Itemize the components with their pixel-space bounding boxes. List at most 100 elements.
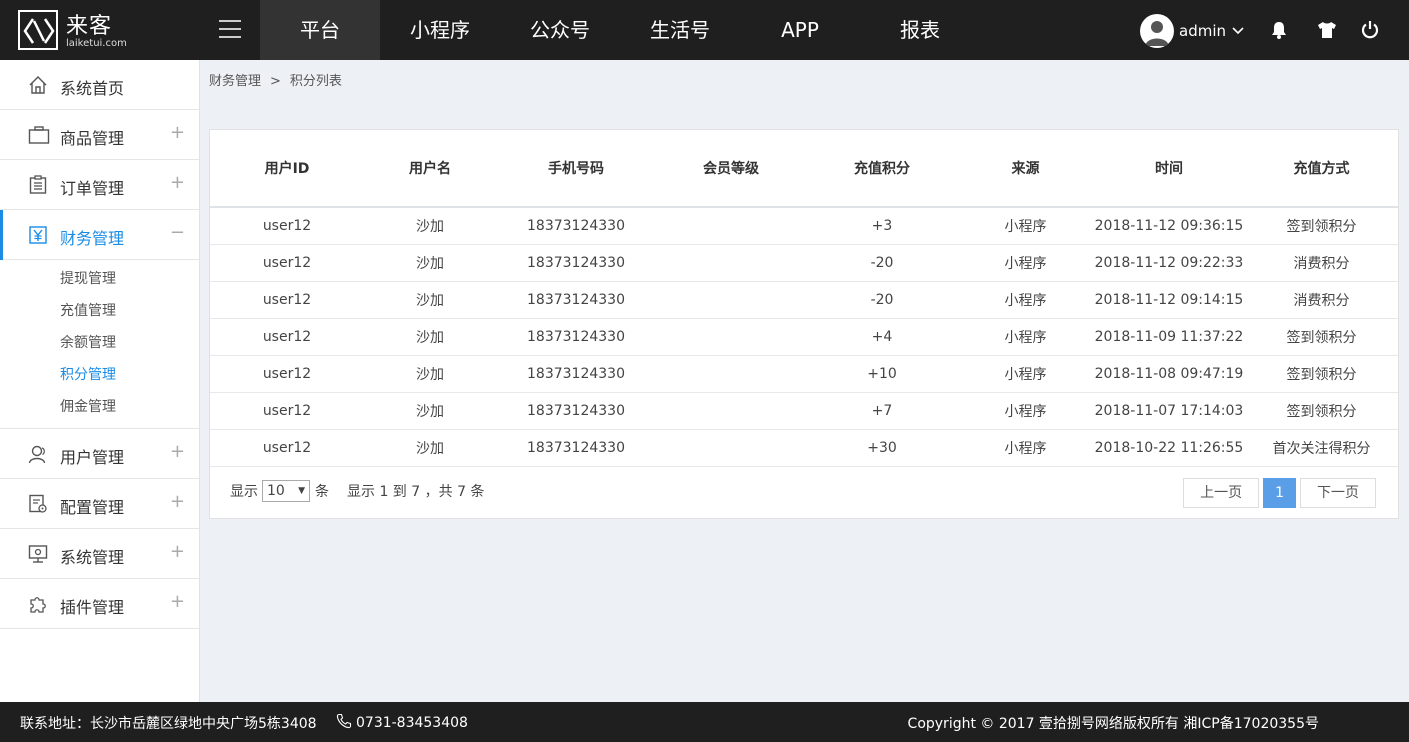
- bell-icon[interactable]: [1269, 20, 1289, 40]
- nav-official-account[interactable]: 公众号: [500, 0, 620, 60]
- cell-method: 签到领积分: [1245, 355, 1398, 393]
- sidebar-item-label: 商品管理: [60, 129, 125, 148]
- cell-points: +10: [806, 355, 958, 393]
- cell-phone: 18373124330: [496, 281, 656, 319]
- table-body: user12 沙加 18373124330 +3 小程序 2018-11-12 09:36…: [210, 207, 1398, 467]
- logo[interactable]: 来客 laiketui.com: [18, 10, 138, 52]
- cell-username: 沙加: [364, 392, 496, 430]
- finance-submenu: 提现管理 充值管理 余额管理 积分管理 佣金管理: [0, 260, 199, 429]
- logo-mark: [18, 10, 58, 50]
- footer: 联系地址：长沙市岳麓区绿地中央广场5栋3408 0731-83453408 Co…: [0, 702, 1409, 742]
- cell-method: 签到领积分: [1245, 392, 1398, 430]
- logo-domain: laiketui.com: [66, 38, 127, 49]
- points-table: 用户ID 用户名 手机号码 会员等级 充值积分 来源 时间 充值方式 user1…: [210, 130, 1398, 467]
- next-page-button[interactable]: 下一页: [1300, 478, 1376, 508]
- breadcrumb-separator: >: [270, 74, 281, 89]
- sidebar-item-config[interactable]: 配置管理 +: [0, 479, 199, 529]
- prev-page-button[interactable]: 上一页: [1183, 478, 1260, 508]
- page-1-button[interactable]: 1: [1263, 478, 1296, 508]
- footer-phone-number: 0731-83453408: [356, 715, 468, 731]
- nav-platform[interactable]: 平台: [260, 0, 380, 60]
- pagination-info: 显示 1 到 7 ，共 7 条: [347, 484, 485, 500]
- expand-icon[interactable]: +: [170, 441, 185, 462]
- cell-time: 2018-11-12 09:36:15: [1093, 207, 1245, 245]
- cell-username: 沙加: [364, 355, 496, 393]
- menu-toggle-icon[interactable]: [219, 20, 241, 40]
- sidebar-item-finance[interactable]: 财务管理 −: [0, 210, 199, 260]
- cell-user-id: user12: [210, 392, 364, 430]
- footer-copyright: Copyright © 2017 壹拾捌号网络版权所有 湘ICP备1702035…: [907, 716, 1319, 732]
- cell-user-id: user12: [210, 318, 364, 356]
- breadcrumb-parent[interactable]: 财务管理: [209, 74, 261, 89]
- cell-member-level: [656, 281, 806, 319]
- nav-life-account[interactable]: 生活号: [620, 0, 740, 60]
- cell-user-id: user12: [210, 207, 364, 245]
- home-icon: [28, 75, 50, 95]
- cell-source: 小程序: [958, 429, 1093, 467]
- cell-time: 2018-11-12 09:22:33: [1093, 244, 1245, 282]
- footer-address: 联系地址：长沙市岳麓区绿地中央广场5栋3408: [20, 716, 317, 732]
- nav-app[interactable]: APP: [740, 0, 860, 60]
- sidebar-item-label: 订单管理: [60, 179, 125, 198]
- sidebar-sub-commission[interactable]: 佣金管理: [0, 391, 199, 423]
- sidebar-item-label: 系统管理: [60, 548, 125, 567]
- footer-phone: 0731-83453408: [336, 713, 468, 733]
- cell-points: +3: [806, 207, 958, 245]
- sidebar-sub-points[interactable]: 积分管理: [0, 359, 199, 391]
- sidebar-item-label: 财务管理: [60, 229, 125, 248]
- expand-icon[interactable]: +: [170, 491, 185, 512]
- collapse-icon[interactable]: −: [170, 222, 185, 243]
- cell-source: 小程序: [958, 392, 1093, 430]
- cell-member-level: [656, 244, 806, 282]
- sidebar-item-plugins[interactable]: 插件管理 +: [0, 579, 199, 629]
- sidebar-item-products[interactable]: 商品管理 +: [0, 110, 199, 160]
- sidebar-item-system[interactable]: 系统管理 +: [0, 529, 199, 579]
- user-menu[interactable]: admin: [1140, 14, 1244, 48]
- cell-source: 小程序: [958, 207, 1093, 245]
- sidebar-sub-recharge[interactable]: 充值管理: [0, 295, 199, 327]
- plugin-icon: [28, 594, 50, 614]
- sidebar-item-orders[interactable]: 订单管理 +: [0, 160, 199, 210]
- expand-icon[interactable]: +: [170, 172, 185, 193]
- col-header-source: 来源: [958, 130, 1093, 208]
- cell-source: 小程序: [958, 318, 1093, 356]
- shirt-icon[interactable]: [1317, 20, 1337, 40]
- expand-icon[interactable]: +: [170, 591, 185, 612]
- cell-user-id: user12: [210, 244, 364, 282]
- table-header-row: 用户ID 用户名 手机号码 会员等级 充值积分 来源 时间 充值方式: [210, 130, 1398, 208]
- sidebar-item-home[interactable]: 系统首页: [0, 60, 199, 110]
- monitor-icon: [28, 544, 50, 564]
- page-size-select[interactable]: 10 ▼: [262, 480, 310, 502]
- sidebar-item-label: 配置管理: [60, 498, 125, 517]
- cell-phone: 18373124330: [496, 355, 656, 393]
- sidebar-sub-balance[interactable]: 余额管理: [0, 327, 199, 359]
- cell-method: 签到领积分: [1245, 318, 1398, 356]
- cell-points: +7: [806, 392, 958, 430]
- username: admin: [1179, 22, 1226, 40]
- cell-method: 签到领积分: [1245, 207, 1398, 245]
- nav-mini-program[interactable]: 小程序: [380, 0, 500, 60]
- sidebar-item-label: 插件管理: [60, 598, 125, 617]
- cell-time: 2018-11-08 09:47:19: [1093, 355, 1245, 393]
- power-icon[interactable]: [1360, 20, 1380, 40]
- table-row: user12 沙加 18373124330 -20 小程序 2018-11-12 09:1…: [210, 281, 1398, 319]
- phone-icon: [336, 713, 352, 733]
- top-bar: 来客 laiketui.com 平台 小程序 公众号 生活号 APP 报表 ad…: [0, 0, 1409, 60]
- cell-phone: 18373124330: [496, 429, 656, 467]
- col-header-time: 时间: [1093, 130, 1245, 208]
- sidebar-sub-withdraw[interactable]: 提现管理: [0, 263, 199, 295]
- col-header-points: 充值积分: [806, 130, 958, 208]
- avatar: [1140, 14, 1174, 48]
- table-row: user12 沙加 18373124330 -20 小程序 2018-11-12 09:2…: [210, 244, 1398, 282]
- cell-time: 2018-10-22 11:26:55: [1093, 429, 1245, 467]
- cell-member-level: [656, 318, 806, 356]
- briefcase-icon: [28, 125, 50, 145]
- cell-source: 小程序: [958, 244, 1093, 282]
- cell-phone: 18373124330: [496, 207, 656, 245]
- nav-reports[interactable]: 报表: [860, 0, 980, 60]
- sidebar-item-users[interactable]: 用户管理 +: [0, 429, 199, 479]
- expand-icon[interactable]: +: [170, 541, 185, 562]
- cell-username: 沙加: [364, 429, 496, 467]
- cell-member-level: [656, 429, 806, 467]
- expand-icon[interactable]: +: [170, 122, 185, 143]
